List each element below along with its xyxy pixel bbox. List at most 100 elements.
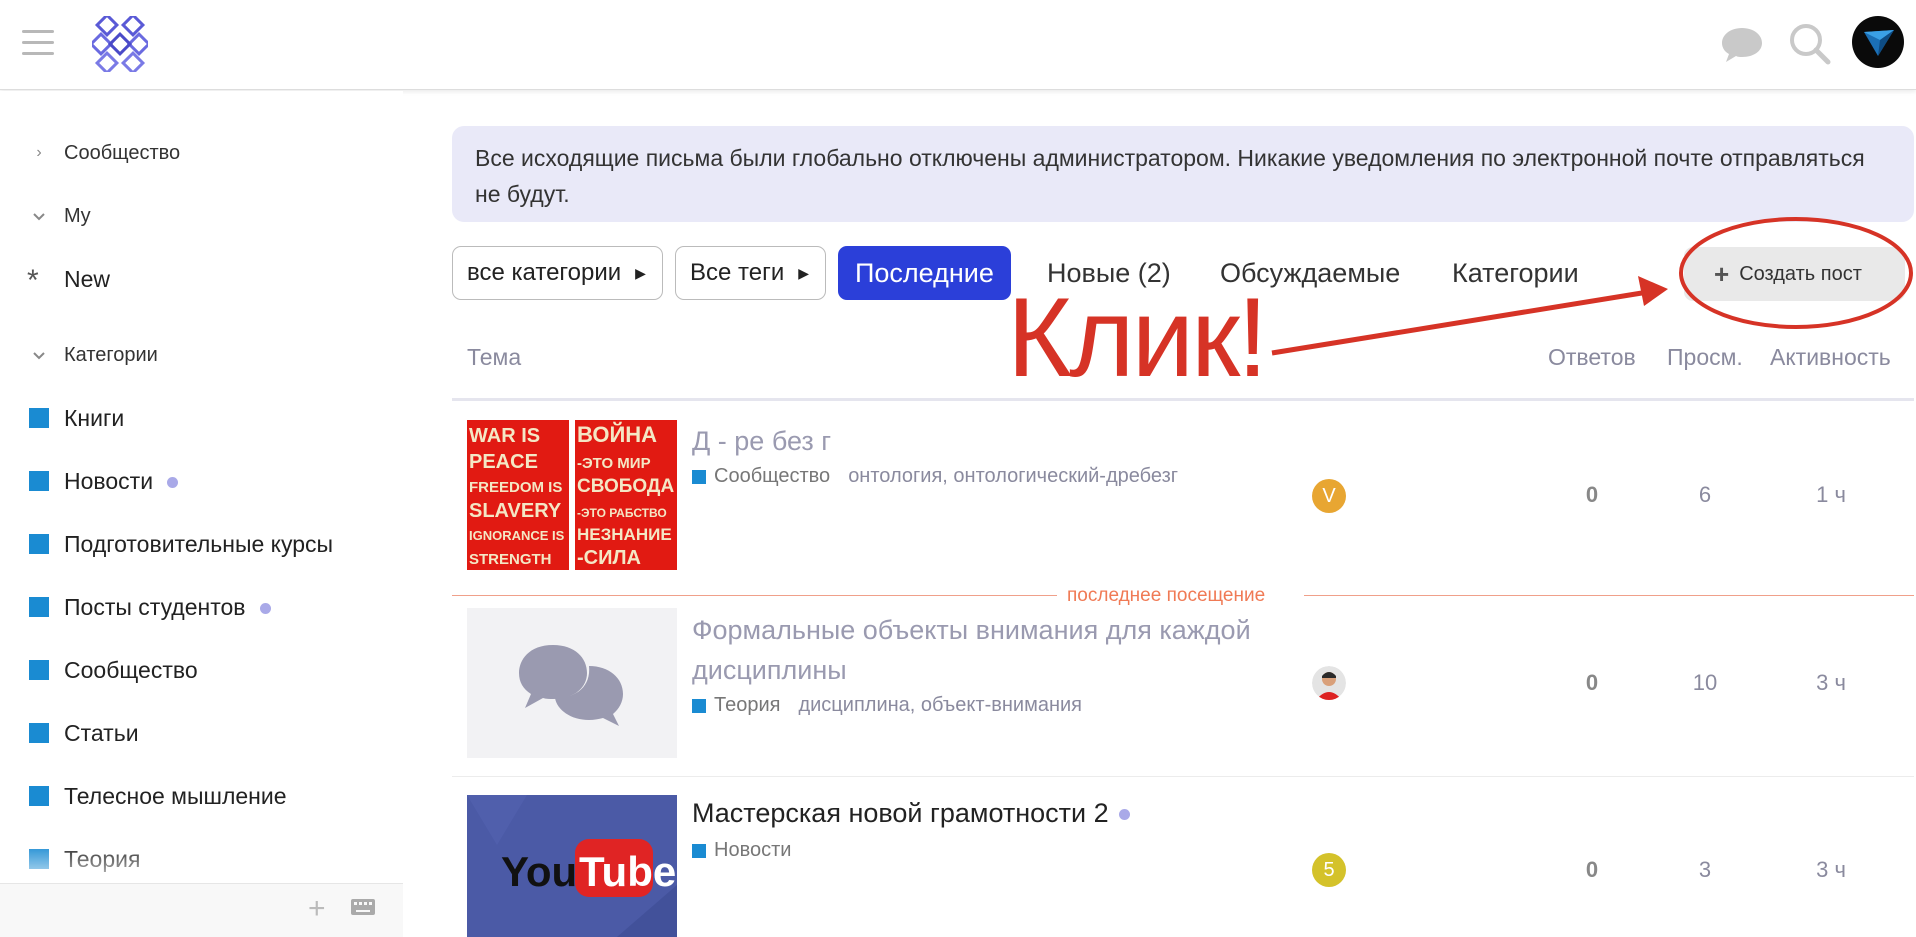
site-logo[interactable] [92,16,148,72]
poster-avatar[interactable]: V [1312,479,1346,513]
replies-count: 0 [1585,482,1599,507]
sidebar-category-label: Новости [64,467,154,494]
column-replies[interactable]: Ответов [1548,344,1636,371]
topic-title-link[interactable]: Формальные объекты внимания для каждой д… [692,610,1292,690]
sidebar-item-new[interactable]: * New [0,255,403,303]
chevron-down-icon [33,352,45,360]
poster-text-right: -ЭТО РАБСТВО [577,506,667,520]
topic-tags[interactable]: дисциплина, объект-внимания [798,694,1082,717]
caret-right-icon: ▶ [798,264,810,281]
youtube-you: You [501,848,577,895]
tags-dropdown-label: Все теги [690,259,785,286]
create-post-button[interactable]: + Создать пост [1684,247,1905,301]
category-color-square [29,660,49,680]
caret-right-icon: ▶ [635,264,646,281]
poster-text-right: СВОБОДА [577,476,674,497]
poster-text-right: ВОЙНА [577,422,657,447]
category-color-square [29,849,49,869]
category-color-square [29,408,49,428]
sidebar-section-label: My [64,204,91,227]
user-avatar[interactable] [1852,16,1904,68]
plus-icon[interactable]: + [308,894,326,924]
sidebar-section-label: Сообщество [64,141,181,164]
poster-text-left: SLAVERY [469,500,562,522]
category-color-square [692,698,706,713]
sidebar-category-label: Статьи [64,719,139,746]
replies-count: 0 [1585,670,1599,695]
sidebar: › Сообщество My * New Категории Книги Но… [0,91,403,937]
topic-meta: Теория дисциплина, объект-внимания [692,694,1082,717]
sidebar-category-courses[interactable]: Подготовительные курсы [0,520,403,568]
create-post-label: Создать пост [1739,262,1862,285]
chevron-down-icon [33,213,45,221]
tab-new[interactable]: Новые (2) [1047,246,1171,300]
topic-thumbnail[interactable] [467,608,677,758]
tab-top[interactable]: Обсуждаемые [1220,246,1400,300]
sidebar-category-label: Подготовительные курсы [64,530,334,557]
sidebar-category-body-thinking[interactable]: Телесное мышление [0,772,403,820]
tab-categories[interactable]: Категории [1452,246,1579,300]
sidebar-category-student-posts[interactable]: Посты студентов [0,583,403,631]
column-activity[interactable]: Активность [1770,344,1891,371]
new-indicator-dot [259,602,271,614]
sidebar-category-articles[interactable]: Статьи [0,709,403,757]
topic-title-link[interactable]: Мастерская новой грамотности 2 [692,793,1130,833]
sidebar-section-community[interactable]: › Сообщество [0,129,403,177]
new-indicator-dot [167,476,179,488]
sidebar-category-community[interactable]: Сообщество [0,646,403,694]
activity-time[interactable]: 3 ч [1791,857,1871,883]
poster-text-left: PEACE [469,451,538,473]
views-count: 10 [1692,670,1718,695]
sidebar-category-label: Телесное мышление [64,782,287,809]
sidebar-category-news[interactable]: Новости [0,457,403,505]
category-color-square [29,723,49,743]
topic-thumbnail[interactable]: You Tube [467,795,677,937]
poster-avatar[interactable]: 5 [1312,853,1346,887]
column-views[interactable]: Просм. [1667,344,1743,371]
sidebar-category-label: Посты студентов [64,593,246,620]
tags-dropdown[interactable]: Все теги ▶ [675,246,826,300]
topic-thumbnail[interactable]: WAR IS PEACE FREEDOM IS SLAVERY IGNORANC… [467,420,677,570]
column-topic[interactable]: Тема [467,344,521,371]
topic-meta: Сообщество онтология, онтологический-дре… [692,465,1178,488]
activity-time[interactable]: 3 ч [1791,670,1871,696]
hamburger-icon[interactable] [22,30,54,56]
chevron-right-icon: › [36,144,42,161]
sidebar-category-label-wrap: Новости [64,467,179,495]
last-visit-divider: последнее посещение [452,585,1914,606]
poster-text-right: -СИЛА [577,547,641,569]
category-color-square [29,471,49,491]
sidebar-category-theory[interactable]: Теория [0,835,403,883]
poster-text-left: WAR IS [469,425,540,447]
sidebar-category-label: Книги [64,404,125,431]
email-disabled-banner: Все исходящие письма были глобально откл… [452,126,1914,222]
tab-latest[interactable]: Последние [838,246,1011,300]
sidebar-section-my[interactable]: My [0,192,403,240]
topic-tags[interactable]: онтология, онтологический-дребезг [848,465,1178,488]
plus-icon: + [1714,258,1730,289]
categories-dropdown[interactable]: все категории ▶ [452,246,663,300]
table-row: WAR IS PEACE FREEDOM IS SLAVERY IGNORANC… [452,401,1914,581]
poster-text-right: НЕЗНАНИЕ [577,525,672,544]
poster-text-right: -ЭТО МИР [577,455,651,472]
sidebar-footer: + [0,883,403,937]
topic-title-link[interactable]: Д - ре без г [692,421,831,461]
activity-time[interactable]: 1 ч [1791,482,1871,508]
category-color-square [29,534,49,554]
divider-line [452,595,1057,596]
search-icon[interactable] [1786,20,1834,68]
poster-avatar[interactable] [1312,666,1346,700]
topic-category-link[interactable]: Новости [714,839,791,862]
chat-icon[interactable] [1718,20,1766,68]
site-header [0,0,1916,90]
sidebar-section-categories[interactable]: Категории [0,331,403,379]
poster-text-left: FREEDOM IS [469,479,562,496]
asterisk-icon: * [27,264,39,297]
topic-category-link[interactable]: Сообщество [714,465,830,488]
sidebar-category-books[interactable]: Книги [0,394,403,442]
last-visit-label: последнее посещение [1067,585,1266,606]
keyboard-icon[interactable] [350,898,376,916]
sidebar-item-label: New [64,265,111,292]
topic-title-text: Мастерская новой грамотности 2 [692,798,1109,828]
topic-category-link[interactable]: Теория [714,694,780,717]
